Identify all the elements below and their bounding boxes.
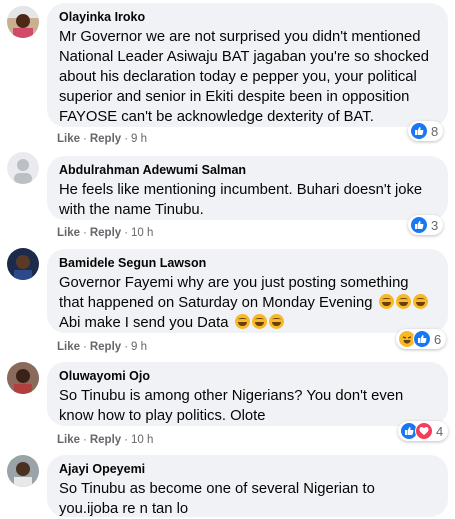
reaction-count: 3 xyxy=(431,217,439,233)
reaction-summary[interactable]: 4 xyxy=(398,421,449,441)
comment-timestamp[interactable]: 9 h xyxy=(131,133,147,145)
comment-text: So Tinubu is among other Nigerians? You … xyxy=(59,388,404,424)
comment-actions: Like · Reply · 9 h xyxy=(57,133,148,145)
reaction-count: 4 xyxy=(436,423,444,439)
comment-timestamp[interactable]: 10 h xyxy=(131,227,153,239)
comment-author[interactable]: Ajayi Opeyemi xyxy=(59,461,436,477)
comment-bubble: Oluwayomi Ojo So Tinubu is among other N… xyxy=(47,362,448,426)
like-button[interactable]: Like xyxy=(57,227,80,239)
comment-actions: Like · Reply · 10 h xyxy=(57,227,154,239)
comment-text: So Tinubu as become one of several Niger… xyxy=(59,481,375,517)
comment-timestamp[interactable]: 9 h xyxy=(131,341,147,353)
reply-button[interactable]: Reply xyxy=(90,434,121,446)
laughing-emoji-icon xyxy=(251,314,267,329)
comment-author[interactable]: Olayinka Iroko xyxy=(59,9,436,25)
comment-author[interactable]: Bamidele Segun Lawson xyxy=(59,255,436,271)
avatar[interactable] xyxy=(7,362,39,394)
reply-button[interactable]: Reply xyxy=(90,341,121,353)
laughing-emoji-icon xyxy=(234,314,250,329)
avatar[interactable] xyxy=(7,152,39,184)
comment-text: He feels like mentioning incumbent. Buha… xyxy=(59,182,423,218)
laughing-emoji-icon xyxy=(268,314,284,329)
reaction-count: 8 xyxy=(431,123,439,139)
comment-bubble: Bamidele Segun Lawson Governor Fayemi wh… xyxy=(47,249,448,333)
like-button[interactable]: Like xyxy=(57,133,80,145)
reaction-count: 6 xyxy=(434,331,442,347)
comment-author[interactable]: Oluwayomi Ojo xyxy=(59,368,436,384)
comment-bubble: Abdulrahman Adewumi Salman He feels like… xyxy=(47,156,448,220)
comment-actions: Like · Reply · 9 h xyxy=(57,341,148,353)
like-reaction-icon xyxy=(410,122,428,140)
laughing-emoji-icon xyxy=(395,294,411,309)
like-reaction-icon xyxy=(413,330,431,348)
reaction-summary[interactable]: 6 xyxy=(396,329,447,349)
love-reaction-icon xyxy=(415,422,433,440)
reply-button[interactable]: Reply xyxy=(90,227,121,239)
comment-author[interactable]: Abdulrahman Adewumi Salman xyxy=(59,162,436,178)
avatar[interactable] xyxy=(7,455,39,487)
reaction-summary[interactable]: 3 xyxy=(408,215,444,235)
comment-text: Mr Governor we are not surprised you did… xyxy=(59,29,429,125)
avatar[interactable] xyxy=(7,248,39,280)
comment-actions: Like · Reply · 10 h xyxy=(57,434,154,446)
comment-text: Governor Fayemi why are you just posting… xyxy=(59,273,436,333)
avatar[interactable] xyxy=(7,6,39,38)
comment-bubble: Ajayi Opeyemi So Tinubu as become one of… xyxy=(47,455,448,517)
comment-timestamp[interactable]: 10 h xyxy=(131,434,153,446)
reaction-summary[interactable]: 8 xyxy=(408,121,444,141)
reply-button[interactable]: Reply xyxy=(90,133,121,145)
like-button[interactable]: Like xyxy=(57,341,80,353)
laughing-emoji-icon xyxy=(412,294,428,309)
like-reaction-icon xyxy=(410,216,428,234)
comment-bubble: Olayinka Iroko Mr Governor we are not su… xyxy=(47,3,448,127)
like-button[interactable]: Like xyxy=(57,434,80,446)
laughing-emoji-icon xyxy=(378,294,394,309)
